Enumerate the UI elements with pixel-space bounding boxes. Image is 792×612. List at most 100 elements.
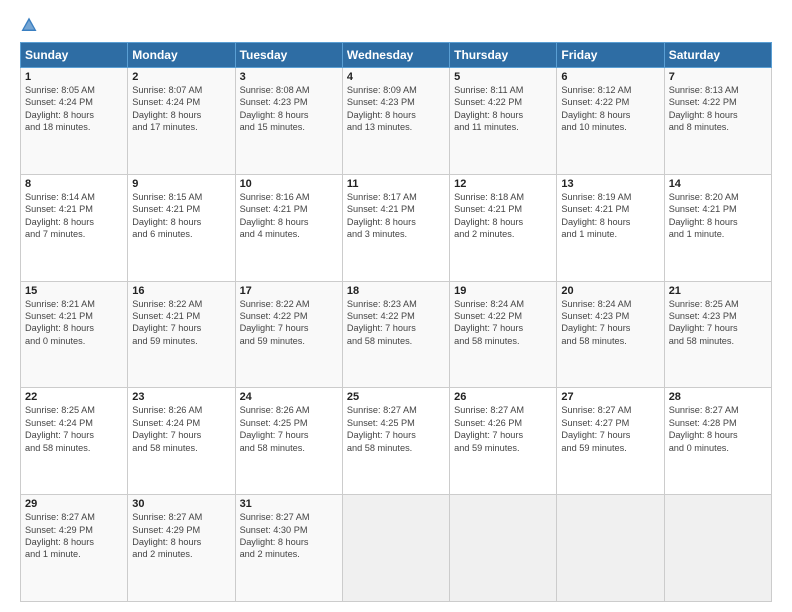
day-cell: 17Sunrise: 8:22 AM Sunset: 4:22 PM Dayli… bbox=[235, 281, 342, 388]
day-number: 3 bbox=[240, 71, 338, 83]
day-cell: 21Sunrise: 8:25 AM Sunset: 4:23 PM Dayli… bbox=[664, 281, 771, 388]
day-number: 2 bbox=[132, 71, 230, 83]
day-number: 11 bbox=[347, 178, 445, 190]
day-number: 18 bbox=[347, 285, 445, 297]
header-row: SundayMondayTuesdayWednesdayThursdayFrid… bbox=[21, 43, 772, 68]
day-info: Sunrise: 8:07 AM Sunset: 4:24 PM Dayligh… bbox=[132, 84, 230, 134]
day-cell: 4Sunrise: 8:09 AM Sunset: 4:23 PM Daylig… bbox=[342, 68, 449, 175]
day-cell: 15Sunrise: 8:21 AM Sunset: 4:21 PM Dayli… bbox=[21, 281, 128, 388]
day-info: Sunrise: 8:24 AM Sunset: 4:23 PM Dayligh… bbox=[561, 298, 659, 348]
day-info: Sunrise: 8:27 AM Sunset: 4:29 PM Dayligh… bbox=[25, 511, 123, 561]
day-cell: 29Sunrise: 8:27 AM Sunset: 4:29 PM Dayli… bbox=[21, 495, 128, 602]
day-info: Sunrise: 8:21 AM Sunset: 4:21 PM Dayligh… bbox=[25, 298, 123, 348]
week-row-3: 15Sunrise: 8:21 AM Sunset: 4:21 PM Dayli… bbox=[21, 281, 772, 388]
day-number: 26 bbox=[454, 391, 552, 403]
day-cell: 12Sunrise: 8:18 AM Sunset: 4:21 PM Dayli… bbox=[450, 174, 557, 281]
day-info: Sunrise: 8:19 AM Sunset: 4:21 PM Dayligh… bbox=[561, 191, 659, 241]
day-number: 10 bbox=[240, 178, 338, 190]
day-number: 4 bbox=[347, 71, 445, 83]
day-number: 1 bbox=[25, 71, 123, 83]
day-info: Sunrise: 8:05 AM Sunset: 4:24 PM Dayligh… bbox=[25, 84, 123, 134]
day-cell bbox=[664, 495, 771, 602]
day-info: Sunrise: 8:27 AM Sunset: 4:27 PM Dayligh… bbox=[561, 404, 659, 454]
week-row-4: 22Sunrise: 8:25 AM Sunset: 4:24 PM Dayli… bbox=[21, 388, 772, 495]
day-cell: 18Sunrise: 8:23 AM Sunset: 4:22 PM Dayli… bbox=[342, 281, 449, 388]
day-number: 8 bbox=[25, 178, 123, 190]
day-info: Sunrise: 8:22 AM Sunset: 4:22 PM Dayligh… bbox=[240, 298, 338, 348]
day-cell: 23Sunrise: 8:26 AM Sunset: 4:24 PM Dayli… bbox=[128, 388, 235, 495]
day-info: Sunrise: 8:18 AM Sunset: 4:21 PM Dayligh… bbox=[454, 191, 552, 241]
day-info: Sunrise: 8:22 AM Sunset: 4:21 PM Dayligh… bbox=[132, 298, 230, 348]
day-cell: 22Sunrise: 8:25 AM Sunset: 4:24 PM Dayli… bbox=[21, 388, 128, 495]
day-cell: 9Sunrise: 8:15 AM Sunset: 4:21 PM Daylig… bbox=[128, 174, 235, 281]
day-info: Sunrise: 8:12 AM Sunset: 4:22 PM Dayligh… bbox=[561, 84, 659, 134]
day-cell: 2Sunrise: 8:07 AM Sunset: 4:24 PM Daylig… bbox=[128, 68, 235, 175]
day-number: 31 bbox=[240, 498, 338, 510]
day-number: 17 bbox=[240, 285, 338, 297]
day-info: Sunrise: 8:24 AM Sunset: 4:22 PM Dayligh… bbox=[454, 298, 552, 348]
day-number: 20 bbox=[561, 285, 659, 297]
day-cell: 8Sunrise: 8:14 AM Sunset: 4:21 PM Daylig… bbox=[21, 174, 128, 281]
day-info: Sunrise: 8:09 AM Sunset: 4:23 PM Dayligh… bbox=[347, 84, 445, 134]
day-info: Sunrise: 8:20 AM Sunset: 4:21 PM Dayligh… bbox=[669, 191, 767, 241]
week-row-2: 8Sunrise: 8:14 AM Sunset: 4:21 PM Daylig… bbox=[21, 174, 772, 281]
day-info: Sunrise: 8:27 AM Sunset: 4:25 PM Dayligh… bbox=[347, 404, 445, 454]
col-header-wednesday: Wednesday bbox=[342, 43, 449, 68]
day-number: 24 bbox=[240, 391, 338, 403]
page: SundayMondayTuesdayWednesdayThursdayFrid… bbox=[0, 0, 792, 612]
week-row-1: 1Sunrise: 8:05 AM Sunset: 4:24 PM Daylig… bbox=[21, 68, 772, 175]
day-info: Sunrise: 8:26 AM Sunset: 4:25 PM Dayligh… bbox=[240, 404, 338, 454]
day-number: 29 bbox=[25, 498, 123, 510]
day-info: Sunrise: 8:25 AM Sunset: 4:23 PM Dayligh… bbox=[669, 298, 767, 348]
day-cell bbox=[557, 495, 664, 602]
calendar-table: SundayMondayTuesdayWednesdayThursdayFrid… bbox=[20, 42, 772, 602]
col-header-sunday: Sunday bbox=[21, 43, 128, 68]
day-info: Sunrise: 8:25 AM Sunset: 4:24 PM Dayligh… bbox=[25, 404, 123, 454]
day-number: 7 bbox=[669, 71, 767, 83]
day-number: 15 bbox=[25, 285, 123, 297]
day-number: 25 bbox=[347, 391, 445, 403]
day-cell: 26Sunrise: 8:27 AM Sunset: 4:26 PM Dayli… bbox=[450, 388, 557, 495]
day-number: 6 bbox=[561, 71, 659, 83]
day-cell: 10Sunrise: 8:16 AM Sunset: 4:21 PM Dayli… bbox=[235, 174, 342, 281]
day-cell: 20Sunrise: 8:24 AM Sunset: 4:23 PM Dayli… bbox=[557, 281, 664, 388]
day-number: 30 bbox=[132, 498, 230, 510]
day-cell: 7Sunrise: 8:13 AM Sunset: 4:22 PM Daylig… bbox=[664, 68, 771, 175]
day-info: Sunrise: 8:11 AM Sunset: 4:22 PM Dayligh… bbox=[454, 84, 552, 134]
day-cell: 6Sunrise: 8:12 AM Sunset: 4:22 PM Daylig… bbox=[557, 68, 664, 175]
day-cell: 5Sunrise: 8:11 AM Sunset: 4:22 PM Daylig… bbox=[450, 68, 557, 175]
day-cell bbox=[342, 495, 449, 602]
logo-icon bbox=[20, 16, 38, 34]
col-header-saturday: Saturday bbox=[664, 43, 771, 68]
day-info: Sunrise: 8:27 AM Sunset: 4:28 PM Dayligh… bbox=[669, 404, 767, 454]
day-cell: 13Sunrise: 8:19 AM Sunset: 4:21 PM Dayli… bbox=[557, 174, 664, 281]
day-cell: 30Sunrise: 8:27 AM Sunset: 4:29 PM Dayli… bbox=[128, 495, 235, 602]
day-cell: 14Sunrise: 8:20 AM Sunset: 4:21 PM Dayli… bbox=[664, 174, 771, 281]
day-cell: 3Sunrise: 8:08 AM Sunset: 4:23 PM Daylig… bbox=[235, 68, 342, 175]
day-cell: 31Sunrise: 8:27 AM Sunset: 4:30 PM Dayli… bbox=[235, 495, 342, 602]
day-cell: 16Sunrise: 8:22 AM Sunset: 4:21 PM Dayli… bbox=[128, 281, 235, 388]
day-info: Sunrise: 8:26 AM Sunset: 4:24 PM Dayligh… bbox=[132, 404, 230, 454]
day-number: 16 bbox=[132, 285, 230, 297]
day-cell: 19Sunrise: 8:24 AM Sunset: 4:22 PM Dayli… bbox=[450, 281, 557, 388]
day-cell: 27Sunrise: 8:27 AM Sunset: 4:27 PM Dayli… bbox=[557, 388, 664, 495]
header bbox=[20, 16, 772, 34]
day-number: 13 bbox=[561, 178, 659, 190]
day-cell: 11Sunrise: 8:17 AM Sunset: 4:21 PM Dayli… bbox=[342, 174, 449, 281]
day-number: 27 bbox=[561, 391, 659, 403]
day-cell bbox=[450, 495, 557, 602]
day-cell: 25Sunrise: 8:27 AM Sunset: 4:25 PM Dayli… bbox=[342, 388, 449, 495]
day-cell: 1Sunrise: 8:05 AM Sunset: 4:24 PM Daylig… bbox=[21, 68, 128, 175]
day-info: Sunrise: 8:15 AM Sunset: 4:21 PM Dayligh… bbox=[132, 191, 230, 241]
day-number: 12 bbox=[454, 178, 552, 190]
logo bbox=[20, 16, 42, 34]
day-info: Sunrise: 8:16 AM Sunset: 4:21 PM Dayligh… bbox=[240, 191, 338, 241]
day-info: Sunrise: 8:13 AM Sunset: 4:22 PM Dayligh… bbox=[669, 84, 767, 134]
day-info: Sunrise: 8:17 AM Sunset: 4:21 PM Dayligh… bbox=[347, 191, 445, 241]
day-cell: 28Sunrise: 8:27 AM Sunset: 4:28 PM Dayli… bbox=[664, 388, 771, 495]
day-info: Sunrise: 8:27 AM Sunset: 4:30 PM Dayligh… bbox=[240, 511, 338, 561]
day-info: Sunrise: 8:23 AM Sunset: 4:22 PM Dayligh… bbox=[347, 298, 445, 348]
day-info: Sunrise: 8:14 AM Sunset: 4:21 PM Dayligh… bbox=[25, 191, 123, 241]
day-cell: 24Sunrise: 8:26 AM Sunset: 4:25 PM Dayli… bbox=[235, 388, 342, 495]
col-header-monday: Monday bbox=[128, 43, 235, 68]
